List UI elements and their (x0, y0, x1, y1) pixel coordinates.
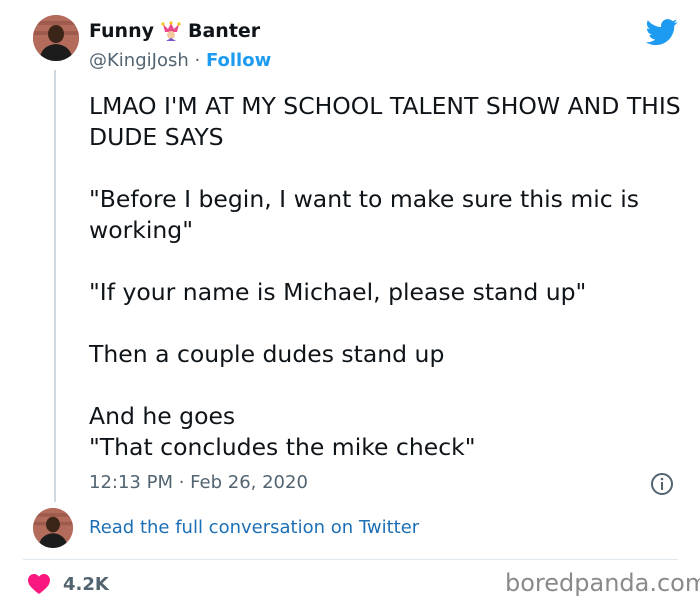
author-avatar[interactable] (33, 15, 79, 61)
divider (23, 559, 678, 560)
watermark: boredpanda.com (505, 569, 700, 597)
handle-separator: · (194, 50, 201, 71)
author-name[interactable]: Funny Banter (89, 20, 260, 42)
tweet-line: Then a couple dudes stand up (89, 340, 445, 368)
like-button[interactable]: 4.2K (27, 573, 109, 595)
info-icon[interactable] (650, 472, 674, 496)
tweet-line: "If your name is Michael, please stand u… (89, 278, 587, 306)
tweet-line: LMAO I'M AT MY SCHOOL TALENT SHOW AND TH… (89, 92, 681, 151)
like-count: 4.2K (63, 573, 109, 595)
handle-row: @KingiJosh · Follow (89, 50, 271, 71)
tweet-text: LMAO I'M AT MY SCHOOL TALENT SHOW AND TH… (89, 91, 689, 463)
thread-line (54, 70, 56, 502)
reply-avatar (33, 508, 73, 548)
read-conversation-link[interactable]: Read the full conversation on Twitter (89, 517, 419, 538)
tweet-timestamp[interactable]: 12:13 PM · Feb 26, 2020 (89, 472, 308, 493)
author-handle[interactable]: @KingiJosh (89, 50, 189, 71)
twitter-bird-icon[interactable] (644, 16, 680, 48)
jester-emoji-icon (160, 20, 182, 42)
follow-button[interactable]: Follow (206, 50, 271, 71)
tweet-line: And he goes (89, 402, 236, 430)
author-name-second: Banter (188, 20, 261, 42)
author-name-first: Funny (89, 20, 154, 42)
tweet-line: "That concludes the mike check" (89, 433, 476, 461)
heart-icon (28, 574, 50, 594)
tweet-line: "Before I begin, I want to make sure thi… (89, 185, 639, 244)
